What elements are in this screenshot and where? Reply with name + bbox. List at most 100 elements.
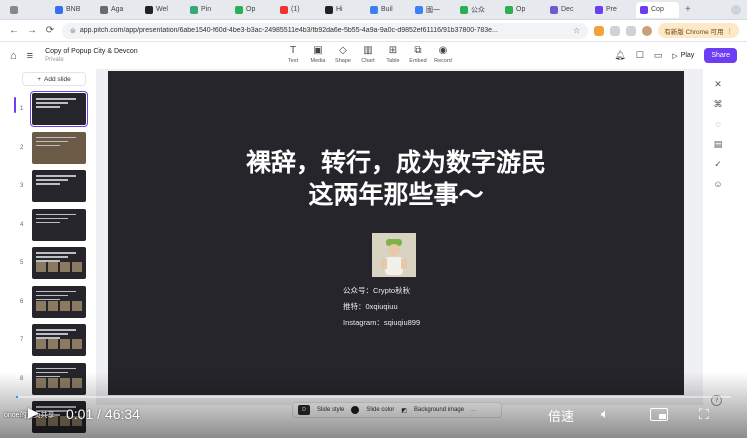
menu-icon[interactable]: ≡	[27, 50, 33, 62]
slide-number: 7	[20, 337, 24, 343]
record-tool[interactable]: ◉ Record	[434, 45, 452, 64]
thumbnail-image	[36, 377, 46, 388]
new-tab-icon[interactable]: +	[685, 4, 691, 15]
user-icon[interactable]: ☺	[711, 177, 725, 191]
slide-color-icon[interactable]	[351, 406, 360, 414]
slide-thumbnail[interactable]	[32, 247, 86, 279]
browser-tab[interactable]: Buil	[366, 2, 409, 18]
avatar[interactable]	[642, 25, 653, 36]
play-button[interactable]: ▷ Play	[672, 52, 694, 60]
back-icon[interactable]: ←	[8, 25, 20, 36]
slide-thumbnail[interactable]	[32, 131, 86, 164]
home-icon[interactable]: ⌂	[10, 50, 17, 62]
add-slide-button[interactable]: + Add slide	[22, 72, 86, 86]
browser-tab[interactable]: Pin	[186, 2, 229, 18]
slide-thumbnail-row[interactable]: 7	[0, 324, 96, 358]
more-vert-icon: ⋮	[726, 27, 734, 35]
extension-icon[interactable]	[594, 25, 605, 36]
picture-in-picture-icon[interactable]	[650, 408, 668, 421]
browser-tab[interactable]: Op	[231, 2, 274, 18]
slide-thumbnail[interactable]	[32, 362, 86, 395]
doc-title[interactable]: Copy of Popup City & Devcon	[45, 48, 138, 55]
volume-icon[interactable]: 🔈︎	[601, 406, 609, 422]
embed-tool[interactable]: ⧉ Embed	[409, 45, 426, 64]
browser-tab[interactable]	[6, 2, 49, 18]
extensions-puzzle-icon[interactable]	[610, 25, 621, 36]
slide-thumbnail[interactable]	[32, 208, 86, 241]
tab-list: BNB Aga Wel Pin Op (1) Hi Buil 國一 公众 Op Dec Pre Cop	[6, 1, 679, 18]
url-bar[interactable]: ⊜ app.pitch.com/app/presentation/6abe154…	[62, 22, 589, 39]
browser-tab[interactable]: Hi	[321, 2, 364, 18]
slide-number: 5	[20, 260, 24, 266]
table-tool[interactable]: ⊞ Table	[385, 45, 401, 64]
fullscreen-icon[interactable]: ⛶	[699, 406, 709, 423]
browser-tab[interactable]: Wel	[141, 2, 184, 18]
slide-thumbnail[interactable]	[32, 170, 86, 202]
info-twitter[interactable]: 推特：0xqiuqiuu	[343, 301, 398, 312]
duration: 46:34	[104, 406, 140, 422]
slide-style-button[interactable]: Slide style	[317, 407, 344, 413]
browser-tab[interactable]: Aga	[96, 2, 139, 18]
browser-tab[interactable]: (1)	[276, 2, 319, 18]
info-instagram[interactable]: Instagram：sqiuqiu899	[343, 317, 420, 328]
slide-thumbnail[interactable]	[32, 285, 86, 318]
browser-tab[interactable]: Pre	[591, 2, 634, 18]
browser-tab[interactable]: Cop	[636, 1, 679, 18]
slide-thumbnail-row[interactable]: 2	[0, 131, 96, 166]
slide-style-icon[interactable]: D	[298, 405, 310, 415]
video-play-icon[interactable]: ▶	[28, 404, 39, 421]
site-info-icon[interactable]: ⊜	[70, 27, 76, 35]
present-settings-icon[interactable]: ▭	[654, 50, 663, 61]
bookmark-star-icon[interactable]: ☆	[573, 26, 580, 35]
browser-tab[interactable]: BNB	[51, 2, 94, 18]
embed-icon: ⧉	[414, 45, 422, 56]
doc-visibility: Private	[45, 57, 64, 63]
sidepanel-icon[interactable]	[626, 25, 637, 36]
thumbnail-image	[48, 339, 58, 349]
layout-icon[interactable]: ⌘	[711, 97, 725, 111]
chrome-update-pill[interactable]: 有新版 Chrome 可用 ⋮	[658, 23, 739, 38]
hi-icon	[325, 5, 333, 14]
notes-icon[interactable]: ▤	[711, 137, 725, 151]
window-control-icon[interactable]	[731, 4, 741, 15]
slide-number: 4	[20, 221, 24, 228]
share-button[interactable]: Share	[704, 48, 737, 63]
reload-icon[interactable]: ⟳	[44, 25, 56, 36]
slide-thumbnail[interactable]	[32, 324, 86, 356]
thumbnail-image	[72, 300, 82, 311]
background-image-button[interactable]: Background image	[414, 407, 464, 413]
slide-thumbnail-row[interactable]: 5	[0, 247, 96, 281]
slide-thumbnail-row[interactable]: 8	[0, 362, 96, 397]
forward-icon[interactable]: →	[26, 25, 38, 36]
playback-speed-button[interactable]: 倍速	[548, 406, 574, 425]
slide-thumbnail-row[interactable]: 6	[0, 285, 96, 320]
thumbnail-text-line	[36, 183, 60, 185]
browser-tab[interactable]: 公众	[456, 2, 499, 18]
slide-canvas[interactable]: 裸辞，转行，成为数字游民 这两年那些事～ 公众号：Crypto秋秋 推特：0xq…	[108, 71, 684, 395]
more-options-button[interactable]: ...	[471, 407, 476, 413]
slide-thumbnail-row[interactable]: 1	[0, 91, 96, 127]
comments-icon[interactable]: ☐	[636, 50, 644, 61]
slide-thumbnail[interactable]	[30, 91, 88, 127]
magic-icon[interactable]: ✕	[711, 77, 725, 91]
profile-photo[interactable]	[372, 233, 416, 277]
browser-tab[interactable]: Dec	[546, 2, 589, 18]
text-tool[interactable]: T Text	[285, 45, 301, 64]
chat-icon[interactable]: ◌	[711, 117, 725, 131]
chart-tool[interactable]: ▥ Chart	[360, 45, 376, 64]
video-progress-bar[interactable]	[16, 396, 731, 398]
background-image-icon[interactable]: ◩	[401, 407, 407, 414]
slide-thumbnail-row[interactable]: 4	[0, 208, 96, 243]
shape-tool[interactable]: ◇ Shape	[335, 45, 351, 64]
browser-tab[interactable]: 國一	[411, 2, 454, 18]
info-wechat[interactable]: 公众号：Crypto秋秋	[343, 285, 410, 296]
media-tool[interactable]: ▣ Media	[310, 45, 326, 64]
thumbnail-text-line	[36, 136, 76, 138]
browser-tab[interactable]: Op	[501, 2, 544, 18]
slide-thumbnail-row[interactable]: 3	[0, 170, 96, 204]
slide-title[interactable]: 裸辞，转行，成为数字游民 这两年那些事～	[108, 147, 684, 211]
slide-color-button[interactable]: Slide color	[366, 407, 394, 413]
check-icon[interactable]: ✓	[711, 157, 725, 171]
bell-icon[interactable]: 🔔︎	[614, 50, 625, 61]
record-icon: ◉	[438, 45, 448, 56]
